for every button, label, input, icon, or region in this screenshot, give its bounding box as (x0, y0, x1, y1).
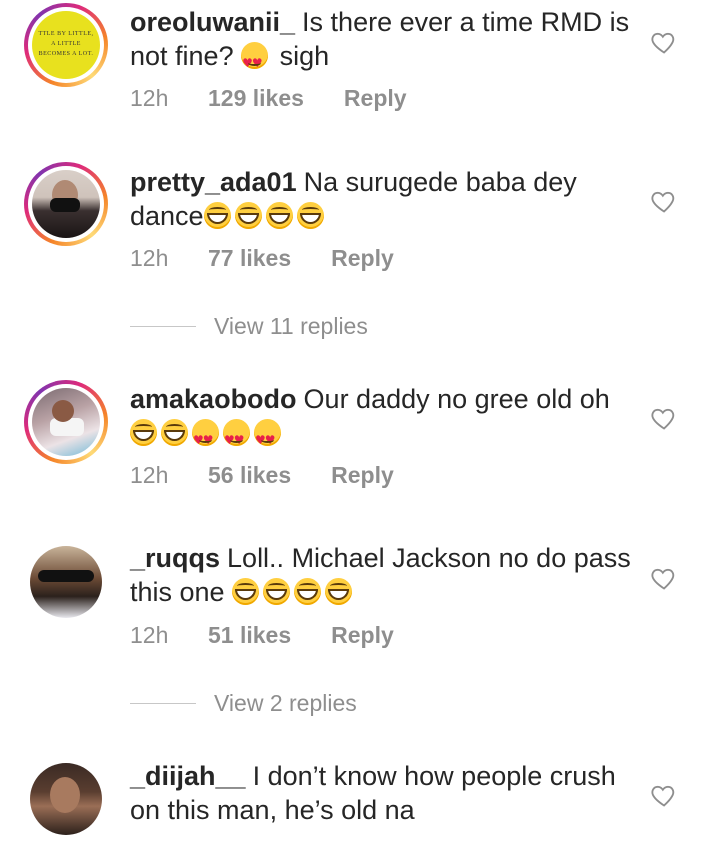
comment-username[interactable]: amakaobodo (130, 384, 297, 414)
comment-username[interactable]: _diijah__ (130, 761, 246, 791)
reply-button[interactable]: Reply (331, 462, 394, 489)
grinning-squinting-face-icon (325, 578, 353, 605)
comment-username[interactable]: oreoluwanii_ (130, 7, 295, 37)
avatar-container[interactable] (24, 540, 108, 624)
heart-eyes-emoji-icon (254, 419, 281, 446)
comment-meta: 12h 77 likes Reply (130, 245, 394, 272)
comment-meta: 12h 51 likes Reply (130, 622, 394, 649)
replies-divider (130, 703, 196, 704)
grinning-squinting-face-icon (203, 202, 231, 229)
heart-outline-icon[interactable] (650, 781, 678, 809)
heart-outline-icon[interactable] (650, 28, 678, 56)
grinning-squinting-face-icon (294, 578, 322, 605)
avatar (30, 546, 102, 618)
comment-text: _ruqqs Loll.. Michael Jackson no do pass … (130, 541, 640, 609)
grinning-squinting-face-icon (161, 419, 188, 446)
reply-button[interactable]: Reply (331, 245, 394, 272)
grinning-squinting-face-icon (263, 578, 291, 605)
heart-outline-icon[interactable] (650, 564, 678, 592)
comment-time: 12h (130, 462, 169, 488)
heart-outline-icon[interactable] (650, 404, 678, 432)
comment-time: 12h (130, 622, 169, 648)
heart-eyes-emoji-icon (192, 419, 219, 446)
avatar (32, 388, 100, 456)
comment-text: oreoluwanii_ Is there ever a time RMD is … (130, 5, 640, 73)
heart-eyes-emoji-icon (223, 419, 250, 446)
reply-button[interactable]: Reply (344, 85, 407, 112)
avatar (32, 170, 100, 238)
view-replies-button[interactable]: View 11 replies (130, 313, 368, 340)
avatar-caption-line: A LITTLE (51, 41, 81, 47)
grinning-squinting-face-icon (296, 202, 324, 229)
comment-text: pretty_ada01 Na surugede baba dey dance (130, 165, 640, 233)
comment-text: _diijah__ I don’t know how people crush o… (130, 759, 640, 827)
comment-time: 12h (130, 245, 169, 271)
grinning-squinting-face-icon (232, 578, 260, 605)
avatar-caption-line: TTLE BY LITTLE, (38, 31, 94, 37)
heart-eyes-emoji-icon (241, 42, 269, 69)
grinning-squinting-face-icon (265, 202, 293, 229)
comment-meta: 12h 56 likes Reply (130, 462, 394, 489)
comment-likes[interactable]: 51 likes (208, 622, 291, 649)
comment-body: Our daddy no gree old oh (303, 384, 610, 414)
avatar-container[interactable] (24, 757, 108, 841)
avatar-story-ring[interactable] (24, 380, 108, 464)
comment-body-suffix: sigh (279, 41, 330, 71)
comment-meta: 12h 129 likes Reply (130, 85, 407, 112)
comment-likes[interactable]: 56 likes (208, 462, 291, 489)
view-replies-button[interactable]: View 2 replies (130, 690, 357, 717)
heart-outline-icon[interactable] (650, 187, 678, 215)
grinning-squinting-face-icon (130, 419, 157, 446)
avatar: TTLE BY LITTLE, A LITTLE BECOMES A LOT. (32, 11, 100, 79)
view-replies-label: View 2 replies (214, 690, 357, 716)
comment-username[interactable]: _ruqqs (130, 543, 220, 573)
comment-time: 12h (130, 85, 169, 111)
avatar-story-ring[interactable] (24, 162, 108, 246)
replies-divider (130, 326, 196, 327)
avatar-caption-line: BECOMES A LOT. (38, 51, 94, 57)
comment-likes[interactable]: 129 likes (208, 85, 304, 112)
comment-username[interactable]: pretty_ada01 (130, 167, 297, 197)
avatar (30, 763, 102, 835)
comment-text: amakaobodo Our daddy no gree old oh (130, 382, 640, 450)
avatar-story-ring[interactable]: TTLE BY LITTLE, A LITTLE BECOMES A LOT. (24, 3, 108, 87)
reply-button[interactable]: Reply (331, 622, 394, 649)
comment-likes[interactable]: 77 likes (208, 245, 291, 272)
grinning-squinting-face-icon (234, 202, 262, 229)
view-replies-label: View 11 replies (214, 313, 368, 339)
